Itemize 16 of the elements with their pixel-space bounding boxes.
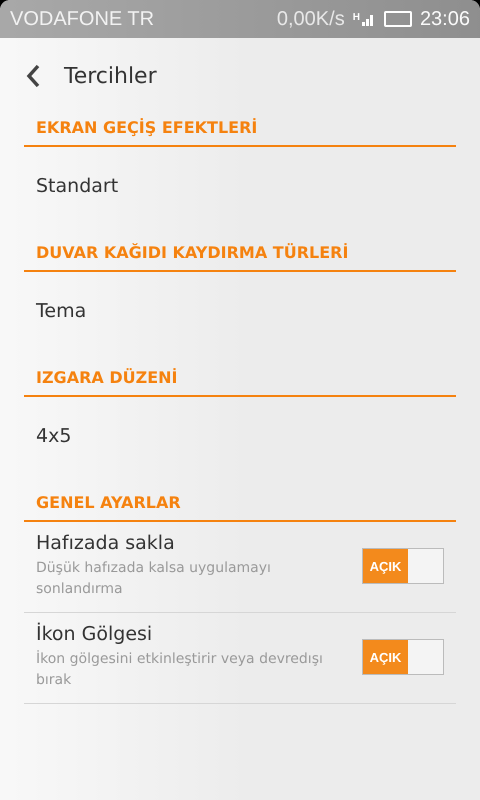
network-speed: 0,00K/s [276, 8, 345, 30]
network-type: H [352, 12, 360, 23]
clock: 23:06 [420, 8, 470, 30]
section-header: GENEL AYARLAR [24, 489, 456, 522]
carrier-name: VODAFONE TR [10, 8, 156, 30]
setting-title: İkon Gölgesi [36, 623, 154, 645]
section-header: DUVAR KAĞIDI KAYDIRMA TÜRLERİ [24, 239, 456, 272]
back-icon[interactable] [26, 64, 40, 88]
section-header: IZGARA DÜZENİ [24, 364, 456, 397]
battery-icon [384, 11, 412, 27]
setting-title: Hafızada sakla [36, 532, 176, 554]
signal-icon [362, 12, 376, 26]
section-header: EKRAN GEÇİŞ EFEKTLERİ [24, 114, 456, 147]
setting-summary: İkon gölgesini etkinleştirir veya devredışı bırak [36, 649, 324, 690]
screen-title: Tercihler [64, 64, 157, 88]
setting-summary: Düşük hafızada kalsa uygulamayı sonlandırma [36, 559, 272, 599]
